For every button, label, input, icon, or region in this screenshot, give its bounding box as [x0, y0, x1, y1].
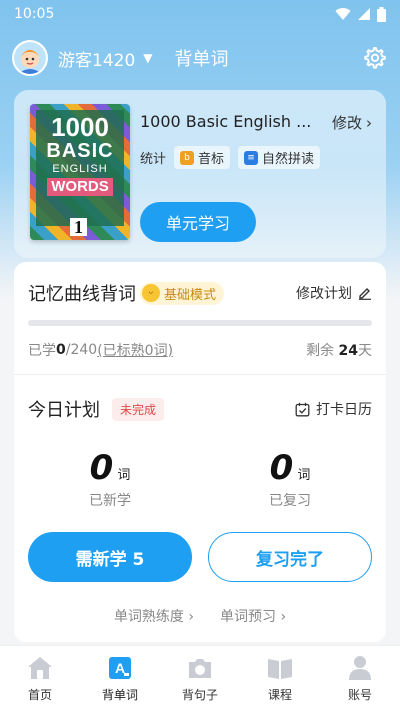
pencil-icon [359, 288, 371, 300]
phonetic-tag[interactable]: b 音标 [174, 146, 231, 169]
mode-label: 基础模式 [164, 287, 217, 303]
person-icon [346, 654, 374, 682]
new-unit: 词 [117, 468, 131, 483]
smile-icon: ᵕ [142, 284, 160, 302]
chevron-right-icon: › [366, 113, 372, 132]
calendar-check-icon [295, 402, 310, 416]
nav-home[interactable]: 首页 [0, 646, 80, 711]
preview-link[interactable]: 单词预习 › [220, 606, 286, 626]
memory-header: 记忆曲线背词 ᵕ 基础模式 修改计划 [28, 280, 372, 306]
cover-basic: BASIC [46, 140, 114, 162]
edit-plan-label: 修改计划 [296, 286, 352, 302]
phonics-label: 自然拼读 [262, 152, 315, 167]
cover-english: ENGLISH [52, 163, 108, 175]
nav-account-label: 账号 [347, 688, 372, 702]
stats-link[interactable]: 统计 [140, 148, 166, 167]
book-cover-inner: 1000 BASIC ENGLISH WORDS [36, 110, 124, 226]
edit-plan-button[interactable]: 修改计划 [296, 283, 372, 303]
need-new-button[interactable]: 需新学 5 [28, 532, 192, 582]
review-count: 0 [269, 448, 294, 488]
new-count: 0 [89, 448, 114, 488]
word-card-icon: A [106, 654, 134, 682]
preview-label: 单词预习 [220, 609, 276, 625]
mode-badge[interactable]: ᵕ 基础模式 [140, 281, 225, 305]
avatar[interactable] [12, 40, 48, 76]
book-icon [266, 654, 294, 682]
phonics-tag[interactable]: ≡ 自然拼读 [238, 146, 321, 169]
learned-prefix: 已学 [28, 343, 56, 359]
progress-bar [28, 320, 372, 326]
bottom-nav: 首页 A 背单词 背句子 课程 账号 [0, 645, 400, 711]
status-icons [335, 6, 386, 22]
divider [14, 374, 386, 375]
remain-prefix: 剩余 [306, 343, 339, 359]
remain-suffix: 天 [358, 343, 372, 359]
status-badge: 未完成 [112, 397, 165, 421]
wifi-icon [335, 8, 351, 20]
memory-title: 记忆曲线背词 [28, 284, 136, 305]
learned-row: 已学 0 /240 (已标熟0词) 剩余 24天 [28, 340, 372, 360]
battery-icon [377, 6, 386, 22]
book-card: 1000 BASIC ENGLISH WORDS 1 1000 Basic En… [14, 90, 386, 258]
app-header: 游客1420 ▼ 背单词 [0, 36, 400, 80]
nav-courses[interactable]: 课程 [240, 646, 320, 711]
review-done-button[interactable]: 复习完了 [208, 532, 372, 582]
chevron-right-icon: › [280, 609, 287, 625]
learned-count: 0 [56, 342, 66, 358]
nav-home-label: 首页 [27, 688, 52, 702]
book-title: 1000 Basic English ... [140, 112, 312, 131]
username[interactable]: 游客1420 [58, 46, 135, 71]
plan-card: 记忆曲线背词 ᵕ 基础模式 修改计划 已学 0 /240 (已标熟0词) 剩余 … [14, 262, 386, 642]
cover-number: 1000 [51, 112, 109, 142]
remain-info: 剩余 24天 [306, 340, 372, 360]
nav-courses-label: 课程 [267, 688, 292, 702]
home-icon [26, 654, 54, 682]
avatar-face-icon [14, 42, 46, 74]
cover-words: WORDS [47, 178, 113, 196]
status-bar: 10:05 [0, 0, 400, 28]
today-header: 今日计划 未完成 打卡日历 [28, 396, 372, 422]
chevron-down-icon[interactable]: ▼ [143, 51, 152, 65]
review-label: 已复习 [269, 493, 311, 509]
signal-icon [358, 8, 370, 20]
cover-volume: 1 [70, 218, 87, 236]
checkin-calendar-button[interactable]: 打卡日历 [295, 399, 372, 419]
phonics-icon: ≡ [244, 150, 259, 165]
unit-study-button[interactable]: 单元学习 [140, 202, 256, 242]
svg-text:A: A [115, 660, 125, 676]
book-meta-row: 统计 b 音标 ≡ 自然拼读 [140, 146, 321, 169]
reviewed-stat: 0词 已复习 [230, 448, 350, 510]
checkin-label: 打卡日历 [316, 402, 372, 418]
chevron-right-icon: › [188, 609, 194, 625]
nav-account[interactable]: 账号 [320, 646, 400, 711]
camera-icon [186, 654, 214, 682]
modify-label: 修改 [331, 114, 362, 132]
review-unit: 词 [297, 468, 311, 483]
nav-sentences-label: 背句子 [181, 688, 218, 702]
proficiency-link[interactable]: 单词熟练度 › [114, 606, 194, 626]
learned-total: /240 [65, 342, 98, 358]
new-learned-stat: 0词 已新学 [50, 448, 170, 510]
nav-sentences[interactable]: 背句子 [160, 646, 240, 711]
proficiency-label: 单词熟练度 [113, 609, 184, 625]
nav-words-label: 背单词 [101, 688, 138, 702]
familiar-link[interactable]: (已标熟0词) [97, 340, 173, 360]
phonetic-label: 音标 [198, 152, 225, 167]
book-cover[interactable]: 1000 BASIC ENGLISH WORDS 1 [30, 104, 130, 240]
new-label: 已新学 [89, 493, 131, 509]
gear-icon[interactable] [360, 44, 388, 72]
today-title: 今日计划 [28, 400, 100, 421]
modify-book-button[interactable]: 修改 › [332, 112, 372, 133]
phonetic-icon: b [180, 150, 195, 165]
remain-days: 24 [338, 343, 358, 359]
nav-words[interactable]: A 背单词 [80, 646, 160, 711]
links-row: 单词熟练度 › 单词预习 › [14, 606, 386, 626]
page-title: 背单词 [174, 49, 229, 70]
status-time: 10:05 [14, 6, 55, 22]
